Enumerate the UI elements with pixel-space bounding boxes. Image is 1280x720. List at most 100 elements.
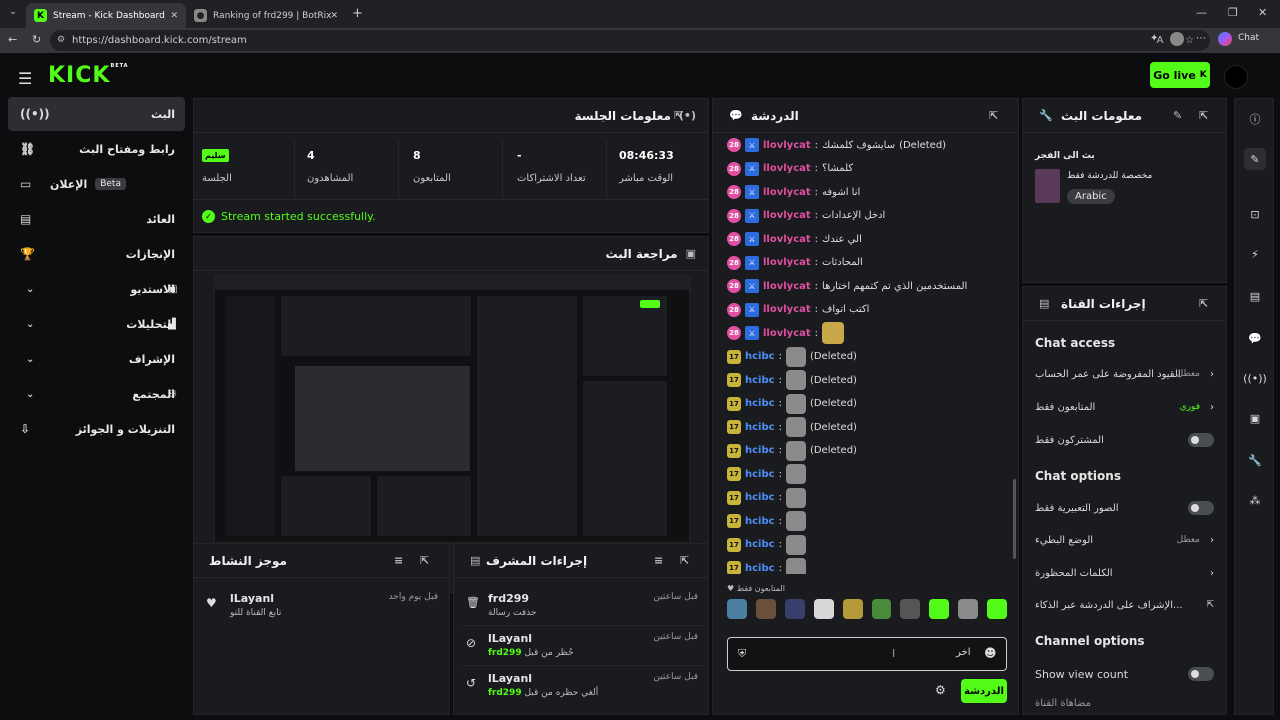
emote-icon[interactable] (784, 599, 805, 619)
maximize-icon[interactable]: ❐ (1228, 6, 1238, 19)
shield-icon[interactable]: ⛨ (738, 647, 746, 661)
popout-icon[interactable]: ⇱ (420, 554, 429, 567)
sidebar-item-achievements[interactable]: 🏆 الإنجازات (8, 237, 185, 271)
tab-list-icon[interactable]: ⌄ (6, 7, 20, 21)
chat-username[interactable]: hcibc (745, 539, 775, 550)
chat-username[interactable]: llovlycat (763, 140, 811, 151)
banned-words-row[interactable]: الكلمات المحظورة › (1035, 562, 1214, 584)
document-icon[interactable]: ▤ (1244, 285, 1266, 307)
emote-icon[interactable] (727, 599, 747, 619)
chat-username[interactable]: hcibc (745, 351, 775, 362)
copilot-label[interactable]: Chat (1238, 33, 1259, 43)
edit-icon[interactable]: ✎ (1173, 109, 1182, 122)
chat-username[interactable]: llovlycat (763, 187, 811, 198)
chat-username[interactable]: hcibc (745, 375, 775, 386)
menu-dots-icon[interactable]: ⋯ (1196, 33, 1206, 44)
channel-icon[interactable]: ▣ (1244, 407, 1266, 429)
tab-botrix[interactable]: ● Ranking of frd299 | BotRix — Clou ✕ (186, 3, 346, 28)
mod-action-by[interactable]: frd299 (488, 688, 522, 698)
emoji-icon[interactable]: ☻ (984, 646, 997, 660)
chat-input[interactable]: ⛨ I اخر ☻ (727, 637, 1007, 671)
chat-username[interactable]: hcibc (745, 398, 775, 409)
edit-icon[interactable]: ✎ (1244, 148, 1266, 170)
sidebar-item-analytics[interactable]: ⌄ التحليلات ▟ (8, 307, 185, 341)
url-field[interactable]: ⚙ https://dashboard.kick.com/stream A⌕☆ (50, 30, 1210, 51)
chat-username[interactable]: llovlycat (763, 328, 811, 339)
extensions-icon[interactable]: ✦ (1150, 33, 1158, 44)
hamburger-menu-icon[interactable]: ☰ (18, 69, 32, 88)
activity-user[interactable]: lLayanl (230, 592, 274, 605)
more-icon[interactable]: ⁂ (1244, 489, 1266, 511)
info-icon[interactable]: ⓘ (1244, 108, 1266, 130)
chat-username[interactable]: hcibc (745, 563, 775, 574)
sidebar-item-moderation[interactable]: ⌄ الإشراف (8, 342, 185, 376)
emote-icon[interactable] (813, 599, 834, 619)
chat-settings-icon[interactable]: ⚙ (935, 683, 946, 697)
emote-icon[interactable] (929, 599, 950, 619)
filter-icon[interactable]: ≡ (654, 554, 663, 567)
mod-action-user[interactable]: frd299 (488, 592, 529, 605)
subscribers-only-toggle[interactable] (1188, 433, 1214, 447)
sidebar-item-community[interactable]: ⌄ المجتمع ⚇ (8, 377, 185, 411)
close-window-icon[interactable]: ✕ (1258, 6, 1267, 19)
chat-username[interactable]: hcibc (745, 492, 775, 503)
popout-icon[interactable]: ⇱ (1199, 297, 1208, 310)
mod-action-by[interactable]: frd299 (488, 648, 522, 658)
user-avatar[interactable] (1224, 65, 1248, 89)
profile-avatar[interactable] (1170, 32, 1184, 46)
ai-moderation-row[interactable]: الإشراف على الدردشة عبر الذكاء... ⇱ (1035, 594, 1214, 616)
chat-username[interactable]: llovlycat (763, 257, 811, 268)
sidebar-item-downloads[interactable]: ⇩ التنزيلات و الجوائز (8, 412, 185, 446)
chat-username[interactable]: hcibc (745, 445, 775, 456)
back-icon[interactable]: ← (8, 33, 17, 46)
sidebar-item-ads[interactable]: ▭ الإعلان Beta (8, 167, 185, 201)
chat-username[interactable]: hcibc (745, 516, 775, 527)
sidebar-item-stream[interactable]: ((•)) البث (8, 97, 185, 131)
chat-username[interactable]: llovlycat (763, 163, 811, 174)
close-tab-icon[interactable]: ✕ (330, 11, 338, 21)
account-age-row[interactable]: القيود المفروضة على عمر الحساب معطل › (1035, 363, 1214, 385)
popout-icon[interactable]: ⇱ (1199, 109, 1208, 122)
site-info-icon[interactable]: ⚙ (57, 30, 65, 51)
tab-kick-dashboard[interactable]: K Stream - Kick Dashboard ✕ (26, 3, 186, 28)
emote-icon[interactable] (958, 599, 979, 619)
emote-icon[interactable] (842, 599, 863, 619)
kick-logo[interactable]: KICKBETA (48, 63, 129, 88)
show-view-count-toggle[interactable] (1188, 667, 1214, 681)
mod-action-user[interactable]: lLayanl (488, 632, 532, 645)
go-live-button[interactable]: Go live K (1150, 62, 1210, 88)
filter-icon[interactable]: ≡ (394, 554, 403, 567)
emote-icon[interactable] (900, 599, 921, 619)
new-tab-icon[interactable]: + (352, 6, 363, 21)
reload-icon[interactable]: ↻ (32, 33, 41, 46)
chat-username[interactable]: llovlycat (763, 304, 811, 315)
popout-icon[interactable]: ⇱ (680, 554, 689, 567)
slow-mode-row[interactable]: الوضع البطيء معطل › (1035, 529, 1214, 551)
emote-only-toggle[interactable] (1188, 501, 1214, 515)
send-chat-button[interactable]: الدردشة (961, 679, 1007, 703)
broadcast-icon[interactable]: ((•)) (1243, 367, 1267, 389)
mod-action-user[interactable]: lLayanl (488, 672, 532, 685)
stream-preview-video[interactable] (214, 275, 691, 543)
chat-scrollbar[interactable] (1013, 479, 1016, 559)
close-tab-icon[interactable]: ✕ (170, 11, 178, 21)
bolt-icon[interactable]: ⚡ (1244, 243, 1266, 265)
channel-mirror-row[interactable]: مضاهاة القناة (1035, 692, 1214, 714)
emote-icon[interactable] (987, 599, 1008, 619)
chat-username[interactable]: hcibc (745, 422, 775, 433)
stream-category[interactable]: مخصصة للدردشة فقط (1067, 171, 1152, 181)
emote-icon[interactable] (871, 599, 892, 619)
copilot-icon[interactable] (1218, 32, 1232, 46)
chat-username[interactable]: llovlycat (763, 281, 811, 292)
followers-only-row[interactable]: المتابعون فقط فوري › (1035, 396, 1214, 418)
minimize-icon[interactable]: — (1196, 6, 1207, 19)
wrench-icon[interactable]: 🔧 (1244, 449, 1266, 471)
chat-username[interactable]: hcibc (745, 469, 775, 480)
chat-bubble-icon[interactable]: 💬 (1244, 327, 1266, 349)
clip-icon[interactable]: ⊡ (1244, 203, 1266, 225)
emote-icon[interactable] (755, 599, 776, 619)
sidebar-item-studio[interactable]: ⌄ الاستديو ▣ (8, 272, 185, 306)
sidebar-item-stream-key[interactable]: ⛓ رابط ومفتاح البث (8, 132, 185, 166)
chat-username[interactable]: llovlycat (763, 210, 811, 221)
sidebar-item-revenue[interactable]: ▤ العائد (8, 202, 185, 236)
